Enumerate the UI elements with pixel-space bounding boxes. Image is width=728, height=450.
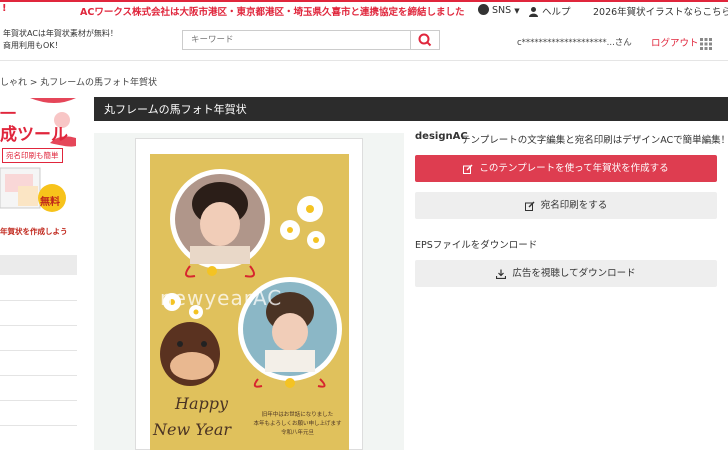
banner-free-badge: 無料 (40, 197, 60, 208)
banner-line-2: 成ツール (0, 125, 68, 145)
eps-download-label: EPSファイルをダウンロード (415, 240, 538, 251)
search-button[interactable] (410, 31, 439, 49)
design-ac-logo: designAC (415, 131, 468, 142)
sns-label: SNS (492, 5, 512, 16)
design-ac-description: テンプレートの文字編集と宛名印刷はデザインACで簡単編集！ (461, 135, 728, 146)
breadcrumb[interactable]: しゃれ > 丸フレームの馬フォト年賀状 (0, 75, 157, 88)
promo-line-1: 年賀状ACは年賀状素材が無料！ (3, 29, 118, 38)
edit-icon (463, 164, 473, 174)
logout-link[interactable]: ログアウト (651, 35, 699, 49)
help-link[interactable]: ヘルプ (528, 4, 571, 18)
message-line-1: 旧年中はお世話になりました (261, 412, 334, 418)
create-card-label: このテンプレートを使って年賀状を作成する (479, 163, 669, 174)
help-label: ヘルプ (542, 7, 571, 18)
promo-line-2: 商用利用もOK！ (3, 41, 63, 50)
person-icon (529, 7, 538, 17)
sidebar-divider (0, 350, 77, 351)
banner-tag: 宛名印刷も簡単 (2, 148, 63, 163)
announcement-link[interactable]: ACワークス株式会社は大阪市港区・東京都港区・埼玉県久喜市と連携協定を締結しまし… (80, 4, 465, 18)
greeting-line-2: New Year (153, 420, 232, 439)
user-name: c********************...さん (517, 38, 632, 48)
search-input[interactable] (189, 34, 413, 46)
grid-menu-icon[interactable] (700, 35, 712, 50)
sidebar-banner[interactable]: 一 成ツール 宛名印刷も簡単 無料 年賀状を作成しよう (0, 98, 76, 238)
page-title: 丸フレームの馬フォト年賀状 (104, 103, 247, 116)
message-block: 旧年中はお世話になりました 本年もよろしくお願い申し上げます 令和八年元旦 (250, 411, 345, 438)
download-icon (496, 269, 507, 279)
address-print-button[interactable]: 宛名印刷をする (415, 192, 717, 219)
chat-bubble-icon (478, 4, 489, 15)
chevron-down-icon: ▼ (514, 7, 520, 15)
edit-icon (524, 201, 535, 211)
sidebar-divider (0, 325, 77, 326)
search-icon (418, 33, 432, 47)
watermark: newyearAC (160, 286, 283, 310)
create-card-button[interactable]: このテンプレートを使って年賀状を作成する (415, 155, 717, 182)
card-preview: newyearAC Happy New Year 旧年中はお世話になりました 本… (150, 154, 349, 450)
sidebar-nav-header (0, 255, 77, 275)
page-title-bar: 丸フレームの馬フォト年賀状 (94, 97, 728, 121)
banner-cta: 年賀状を作成しよう (0, 227, 68, 236)
sns-menu[interactable]: SNS ▼ (478, 4, 520, 16)
sidebar-divider (0, 400, 77, 401)
greeting-line-1: Happy (175, 394, 229, 413)
left-mark: ! (2, 3, 7, 14)
sidebar-divider (0, 375, 77, 376)
sidebar-divider (0, 300, 77, 301)
download-button[interactable]: 広告を視聴してダウンロード (415, 260, 717, 287)
message-line-2: 本年もよろしくお願い申し上げます (253, 421, 342, 427)
header-promo: 年賀状ACは年賀状素材が無料！ 商用利用もOK！ (3, 28, 118, 52)
search-box (182, 30, 440, 50)
address-print-label: 宛名印刷をする (540, 200, 608, 211)
promo-link-2026[interactable]: 2026年賀状イラストならこちらも！ (593, 4, 728, 18)
download-label: 広告を視聴してダウンロード (512, 268, 636, 279)
sidebar-divider (0, 425, 77, 426)
message-line-3: 令和八年元旦 (280, 430, 314, 436)
